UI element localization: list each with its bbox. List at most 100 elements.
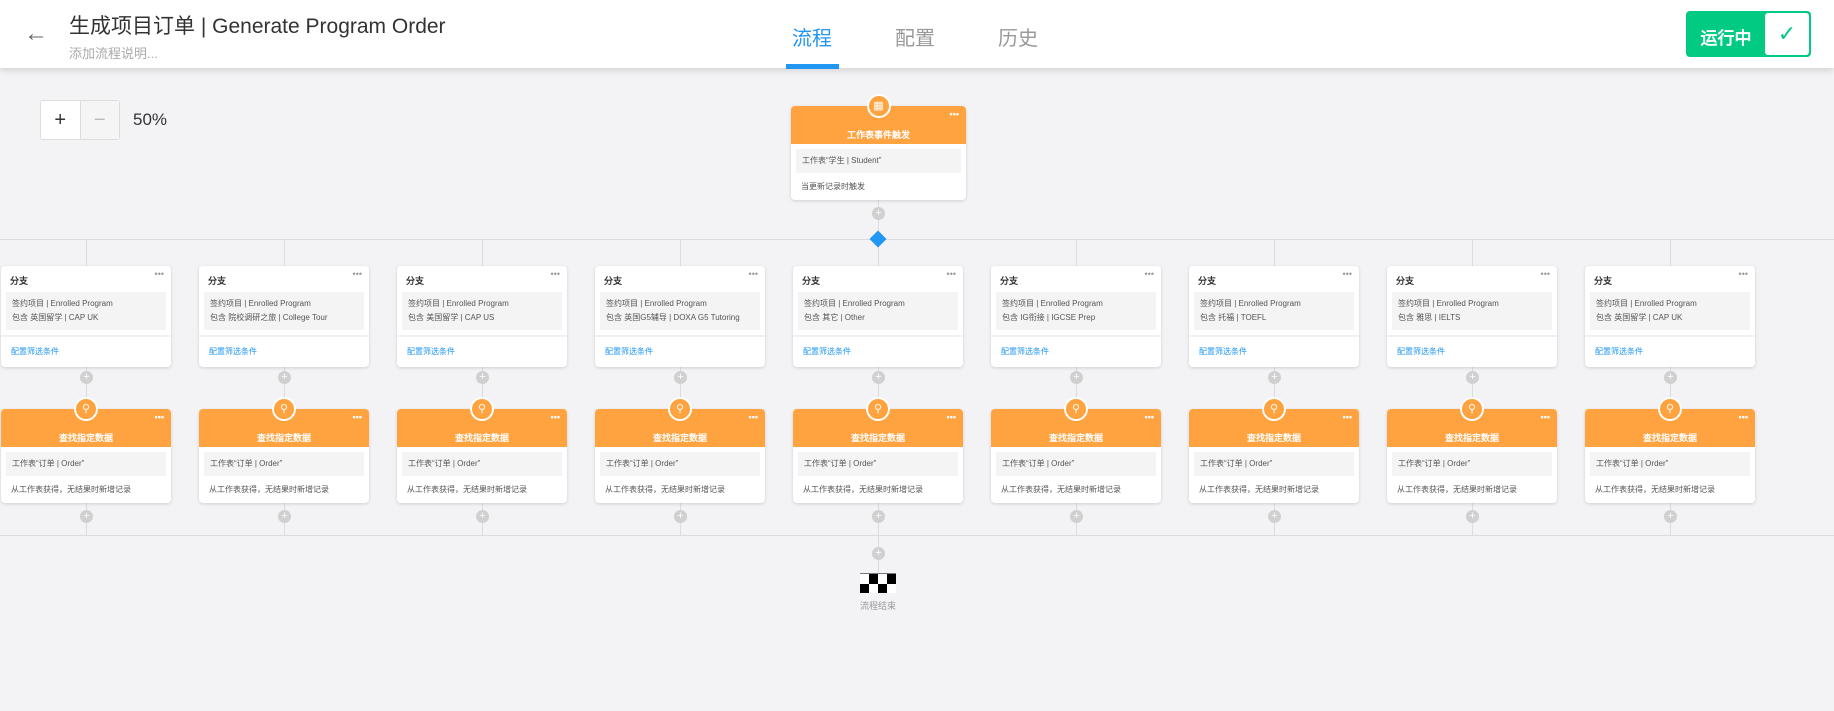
branch-node[interactable]: 分支 ••• 签约项目 | Enrolled Program 包含 英国G5辅导… xyxy=(595,266,765,367)
add-node-button[interactable]: + xyxy=(1664,510,1677,523)
add-node-button[interactable]: + xyxy=(872,207,885,220)
trigger-condition: 当更新记录时触发 xyxy=(801,182,865,191)
branch-condition: 包含 托福 | TOEFL xyxy=(1200,313,1267,322)
more-icon[interactable]: ••• xyxy=(155,269,164,279)
add-node-button[interactable]: + xyxy=(278,510,291,523)
search-icon: ⚲ xyxy=(1460,397,1484,421)
add-node-button[interactable]: + xyxy=(1070,371,1083,384)
add-node-button[interactable]: + xyxy=(1268,371,1281,384)
branch-node[interactable]: 分支 ••• 签约项目 | Enrolled Program 包含 英国留学 |… xyxy=(1,266,171,367)
branch-field: 签约项目 | Enrolled Program xyxy=(1596,299,1697,308)
branch-node[interactable]: 分支 ••• 签约项目 | Enrolled Program 包含 院校调研之旅… xyxy=(199,266,369,367)
find-data-node[interactable]: ⚲ 查找指定数据 ••• 工作表“订单 | Order” 从工作表获得，无结果时新… xyxy=(793,397,963,503)
branch-node[interactable]: 分支 ••• 签约项目 | Enrolled Program 包含 英国留学 |… xyxy=(1585,266,1755,367)
more-icon[interactable]: ••• xyxy=(1343,412,1352,422)
more-icon[interactable]: ••• xyxy=(1541,269,1550,279)
running-toggle[interactable]: 运行中 ✓ xyxy=(1686,11,1811,57)
find-data-node[interactable]: ⚲ 查找指定数据 ••• 工作表“订单 | Order” 从工作表获得，无结果时新… xyxy=(397,397,567,503)
search-icon: ⚲ xyxy=(470,397,494,421)
more-icon[interactable]: ••• xyxy=(353,412,362,422)
more-icon[interactable]: ••• xyxy=(1541,412,1550,422)
branch-node[interactable]: 分支 ••• 签约项目 | Enrolled Program 包含 托福 | T… xyxy=(1189,266,1359,367)
more-icon[interactable]: ••• xyxy=(1145,412,1154,422)
workflow-title[interactable]: 生成项目订单 | Generate Program Order xyxy=(69,10,446,40)
configure-filter-link[interactable]: 配置筛选条件 xyxy=(1585,335,1755,367)
flow-canvas: 分支 ••• 签约项目 | Enrolled Program 包含 英国留学 |… xyxy=(0,0,1834,711)
zoom-in-button[interactable]: + xyxy=(41,101,80,139)
configure-filter-link[interactable]: 配置筛选条件 xyxy=(199,335,369,367)
zoom-out-button[interactable]: − xyxy=(79,101,119,139)
find-data-node[interactable]: ⚲ 查找指定数据 ••• 工作表“订单 | Order” 从工作表获得，无结果时新… xyxy=(595,397,765,503)
more-icon[interactable]: ••• xyxy=(551,412,560,422)
configure-filter-link[interactable]: 配置筛选条件 xyxy=(595,335,765,367)
find-title: 查找指定数据 xyxy=(1444,433,1499,443)
configure-filter-link[interactable]: 配置筛选条件 xyxy=(397,335,567,367)
find-data-node[interactable]: ⚲ 查找指定数据 ••• 工作表“订单 | Order” 从工作表获得，无结果时新… xyxy=(1189,397,1359,503)
merge-connector xyxy=(0,535,1834,536)
find-data-node[interactable]: ⚲ 查找指定数据 ••• 工作表“订单 | Order” 从工作表获得，无结果时新… xyxy=(991,397,1161,503)
branch-title: 分支 xyxy=(10,276,29,286)
add-node-button[interactable]: + xyxy=(1466,510,1479,523)
add-node-button[interactable]: + xyxy=(872,547,885,560)
branch-condition: 包含 院校调研之旅 | College Tour xyxy=(210,313,328,322)
more-icon[interactable]: ••• xyxy=(749,412,758,422)
configure-filter-link[interactable]: 配置筛选条件 xyxy=(1189,335,1359,367)
add-node-button[interactable]: + xyxy=(80,371,93,384)
configure-filter-link[interactable]: 配置筛选条件 xyxy=(1387,335,1557,367)
branch-field: 签约项目 | Enrolled Program xyxy=(606,299,707,308)
more-icon[interactable]: ••• xyxy=(155,412,164,422)
more-icon[interactable]: ••• xyxy=(1145,269,1154,279)
find-title: 查找指定数据 xyxy=(850,433,905,443)
add-node-button[interactable]: + xyxy=(674,510,687,523)
active-tab-indicator xyxy=(786,64,839,69)
trigger-node[interactable]: ▦ 工作表事件触发 ••• 工作表“学生 | Student” 当更新记录时触发 xyxy=(791,94,966,200)
more-icon[interactable]: ••• xyxy=(947,269,956,279)
more-icon[interactable]: ••• xyxy=(353,269,362,279)
branch-node[interactable]: 分支 ••• 签约项目 | Enrolled Program 包含 其它 | O… xyxy=(793,266,963,367)
add-node-button[interactable]: + xyxy=(80,510,93,523)
find-description: 从工作表获得，无结果时新增记录 xyxy=(209,485,329,494)
configure-filter-link[interactable]: 配置筛选条件 xyxy=(1,335,171,367)
branch-title: 分支 xyxy=(208,276,227,286)
more-icon[interactable]: ••• xyxy=(1343,269,1352,279)
back-arrow-icon[interactable]: ← xyxy=(24,20,48,48)
more-icon[interactable]: ••• xyxy=(950,109,959,119)
find-description: 从工作表获得，无结果时新增记录 xyxy=(1001,485,1121,494)
configure-filter-link[interactable]: 配置筛选条件 xyxy=(991,335,1161,367)
find-data-node[interactable]: ⚲ 查找指定数据 ••• 工作表“订单 | Order” 从工作表获得，无结果时新… xyxy=(199,397,369,503)
add-node-button[interactable]: + xyxy=(1268,510,1281,523)
add-node-button[interactable]: + xyxy=(1070,510,1083,523)
branch-condition: 包含 其它 | Other xyxy=(804,313,865,322)
search-icon: ⚲ xyxy=(1262,397,1286,421)
workflow-description[interactable]: 添加流程说明... xyxy=(69,43,158,62)
add-node-button[interactable]: + xyxy=(674,371,687,384)
tab-flow[interactable]: 流程 xyxy=(792,22,832,51)
add-node-button[interactable]: + xyxy=(872,371,885,384)
branch-node[interactable]: 分支 ••• 签约项目 | Enrolled Program 包含 美国留学 |… xyxy=(397,266,567,367)
more-icon[interactable]: ••• xyxy=(551,269,560,279)
more-icon[interactable]: ••• xyxy=(947,412,956,422)
tab-config[interactable]: 配置 xyxy=(895,22,935,51)
add-node-button[interactable]: + xyxy=(1664,371,1677,384)
add-node-button[interactable]: + xyxy=(278,371,291,384)
configure-filter-link[interactable]: 配置筛选条件 xyxy=(793,335,963,367)
add-branch-button[interactable] xyxy=(869,230,887,248)
branch-title: 分支 xyxy=(1594,276,1613,286)
add-node-button[interactable]: + xyxy=(872,510,885,523)
add-node-button[interactable]: + xyxy=(476,510,489,523)
branch-node[interactable]: 分支 ••• 签约项目 | Enrolled Program 包含 IG衔接 |… xyxy=(991,266,1161,367)
branch-connector xyxy=(0,239,1834,240)
find-description: 从工作表获得，无结果时新增记录 xyxy=(11,485,131,494)
find-data-node[interactable]: ⚲ 查找指定数据 ••• 工作表“订单 | Order” 从工作表获得，无结果时新… xyxy=(1,397,171,503)
more-icon[interactable]: ••• xyxy=(1739,269,1748,279)
find-data-node[interactable]: ⚲ 查找指定数据 ••• 工作表“订单 | Order” 从工作表获得，无结果时新… xyxy=(1387,397,1557,503)
more-icon[interactable]: ••• xyxy=(1739,412,1748,422)
add-node-button[interactable]: + xyxy=(476,371,489,384)
find-sheet: 工作表“订单 | Order” xyxy=(402,452,562,476)
branch-condition: 包含 IG衔接 | IGCSE Prep xyxy=(1002,313,1096,322)
more-icon[interactable]: ••• xyxy=(749,269,758,279)
find-data-node[interactable]: ⚲ 查找指定数据 ••• 工作表“订单 | Order” 从工作表获得，无结果时新… xyxy=(1585,397,1755,503)
add-node-button[interactable]: + xyxy=(1466,371,1479,384)
tab-history[interactable]: 历史 xyxy=(998,22,1038,51)
branch-node[interactable]: 分支 ••• 签约项目 | Enrolled Program 包含 雅思 | I… xyxy=(1387,266,1557,367)
